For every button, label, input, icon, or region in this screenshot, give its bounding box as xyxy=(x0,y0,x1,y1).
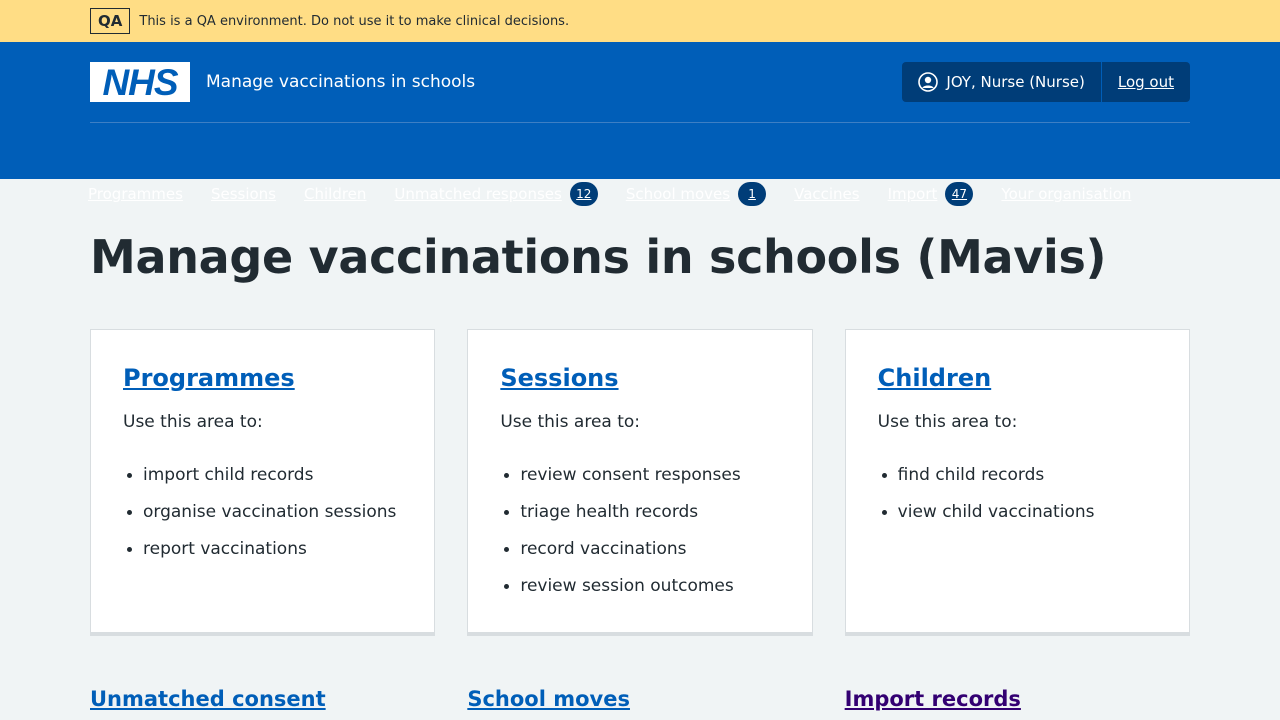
nav-item-school-moves[interactable]: School moves 1 xyxy=(625,181,767,207)
children-card-link[interactable]: Children xyxy=(878,362,992,394)
nav-item-sessions[interactable]: Sessions xyxy=(211,181,276,207)
list-item: review consent responses xyxy=(500,463,779,487)
sessions-card: Sessions Use this area to: review consen… xyxy=(467,329,813,636)
user-circle-icon xyxy=(918,72,939,92)
nav-label: School moves xyxy=(625,185,731,203)
account-user: JOY, Nurse (Nurse) xyxy=(902,62,1102,102)
list-item: record vaccinations xyxy=(500,537,779,561)
header-divider xyxy=(90,122,1190,123)
card-lead: Use this area to: xyxy=(877,412,1018,432)
import-records-link[interactable]: Import records xyxy=(845,685,1190,720)
qa-tag: QA xyxy=(90,8,131,34)
service-name[interactable]: Manage vaccinations in schools xyxy=(206,72,475,92)
qa-banner-message: This is a QA environment. Do not use it … xyxy=(139,13,570,29)
list-item: view child vaccinations xyxy=(878,500,1157,524)
list-item: find child records xyxy=(878,463,1157,487)
nav-item-programmes[interactable]: Programmes xyxy=(88,181,183,207)
nav-label: Vaccines xyxy=(794,185,860,203)
nav-item-unmatched-responses[interactable]: Unmatched responses 12 xyxy=(394,181,598,207)
list-item: organise vaccination sessions xyxy=(123,500,402,524)
card-list: review consent responses triage health r… xyxy=(500,463,779,598)
account-user-name: JOY, Nurse (Nurse) xyxy=(946,73,1085,91)
main-content: Manage vaccinations in schools (Mavis) P… xyxy=(0,229,1280,720)
unmatched-responses-count-badge: 12 xyxy=(569,182,598,206)
nav-item-vaccines[interactable]: Vaccines xyxy=(794,181,860,207)
children-card: Children Use this area to: find child re… xyxy=(844,329,1190,636)
header-top: NHS Manage vaccinations in schools JOY, … xyxy=(90,62,1190,102)
list-item: review session outcomes xyxy=(500,574,779,598)
card-lead: Use this area to: xyxy=(123,412,263,432)
card-list: find child records view child vaccinatio… xyxy=(878,463,1157,524)
sessions-card-link[interactable]: Sessions xyxy=(500,362,618,394)
import-count-badge: 47 xyxy=(945,182,974,206)
card-list: import child records organise vaccinatio… xyxy=(123,463,402,561)
programmes-card-link[interactable]: Programmes xyxy=(123,362,295,394)
qa-environment-banner: QA This is a QA environment. Do not use … xyxy=(0,0,1280,42)
list-item: report vaccinations xyxy=(123,537,402,561)
primary-navigation: Programmes Sessions Children Unmatched r… xyxy=(88,181,1159,207)
school-moves-count-badge: 1 xyxy=(738,182,767,206)
programmes-card: Programmes Use this area to: import chil… xyxy=(90,329,436,636)
page-title: Manage vaccinations in schools (Mavis) xyxy=(90,230,1107,284)
school-moves-link[interactable]: School moves xyxy=(467,685,812,720)
nav-label: Your organisation xyxy=(1001,185,1132,203)
list-item: import child records xyxy=(123,463,402,487)
site-header: NHS Manage vaccinations in schools JOY, … xyxy=(0,42,1280,206)
nav-label: Programmes xyxy=(88,185,183,203)
logout-link[interactable]: Log out xyxy=(1102,62,1190,102)
nhs-logo[interactable]: NHS xyxy=(90,62,190,102)
nhs-logo-text: NHS xyxy=(102,61,178,103)
nav-label: Unmatched responses xyxy=(394,185,562,203)
bottom-links: Unmatched consent responses School moves… xyxy=(90,685,1190,720)
nav-label: Import xyxy=(887,185,938,203)
account-panel: JOY, Nurse (Nurse) Log out xyxy=(902,62,1190,102)
list-item: triage health records xyxy=(500,500,779,524)
nav-item-import[interactable]: Import 47 xyxy=(888,181,974,207)
card-lead: Use this area to: xyxy=(500,412,641,432)
nav-label: Sessions xyxy=(210,185,276,203)
nav-item-children[interactable]: Children xyxy=(304,181,366,207)
nav-label: Children xyxy=(304,185,367,203)
card-group: Programmes Use this area to: import chil… xyxy=(90,329,1190,636)
unmatched-consent-responses-link[interactable]: Unmatched consent responses xyxy=(90,685,435,720)
nav-item-your-organisation[interactable]: Your organisation xyxy=(1001,181,1131,207)
